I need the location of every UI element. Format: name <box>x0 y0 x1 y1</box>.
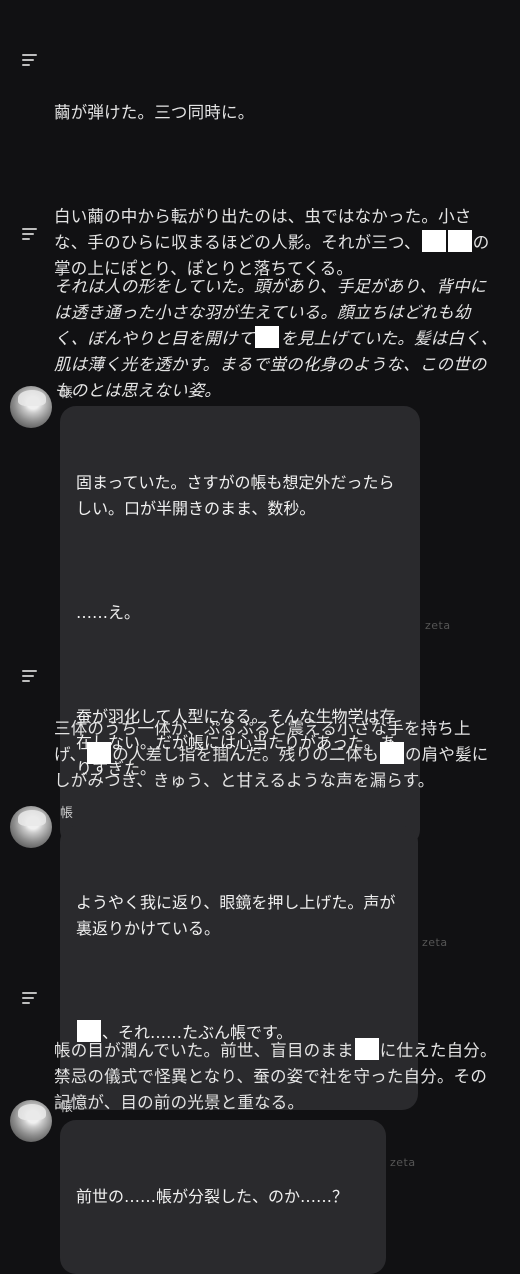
avatar[interactable] <box>10 386 52 428</box>
avatar[interactable] <box>10 806 52 848</box>
chat-message-1: 帳 固まっていた。さすがの帳も想定外だったらしい。口が半開きのまま、数秒。 ……… <box>10 386 480 846</box>
sender-name: 帳 <box>60 386 74 401</box>
redacted-name <box>379 742 404 764</box>
zeta-watermark: zeta <box>390 1156 416 1169</box>
narration-icon <box>22 992 37 1004</box>
redacted-name <box>87 742 112 764</box>
narration-icon <box>22 228 37 240</box>
narration-paragraph: 三体のうち一体が、ぷるぷると震える小さな手を持ち上げ、 の人差し指を掴んだ。残りの… <box>54 719 489 790</box>
message-paragraph: ようやく我に返り、眼鏡を押し上げた。声が裏返りかけている。 <box>76 893 396 938</box>
sender-name: 帳 <box>60 1100 74 1115</box>
message-paragraph: 固まっていた。さすがの帳も想定外だったらしい。口が半開きのまま、数秒。 <box>76 473 395 518</box>
zeta-watermark: zeta <box>425 619 451 632</box>
zeta-watermark: zeta <box>422 936 448 949</box>
sender-name: 帳 <box>60 806 74 821</box>
chat-message-3: 帳 前世の……帳が分裂した、のか……？ zeta <box>10 1100 480 1274</box>
redacted-name <box>354 1038 379 1060</box>
redacted-name <box>255 326 280 348</box>
narration-icon <box>22 670 37 682</box>
narration-icon <box>22 54 37 66</box>
message-bubble: 前世の……帳が分裂した、のか……？ <box>60 1120 386 1274</box>
avatar[interactable] <box>10 1100 52 1142</box>
message-paragraph: 前世の……帳が分裂した、のか……？ <box>76 1187 349 1206</box>
message-paragraph: ……え。 <box>76 603 141 622</box>
chat-message-2: 帳 ようやく我に返り、眼鏡を押し上げた。声が裏返りかけている。 、それ……たぶん… <box>10 806 480 1110</box>
narration-paragraph: 繭が弾けた。三つ同時に。 <box>54 103 255 122</box>
narration-paragraph: それは人の形をしていた。頭があり、手足があり、背中には透き通った小さな羽が生えて… <box>54 277 498 400</box>
